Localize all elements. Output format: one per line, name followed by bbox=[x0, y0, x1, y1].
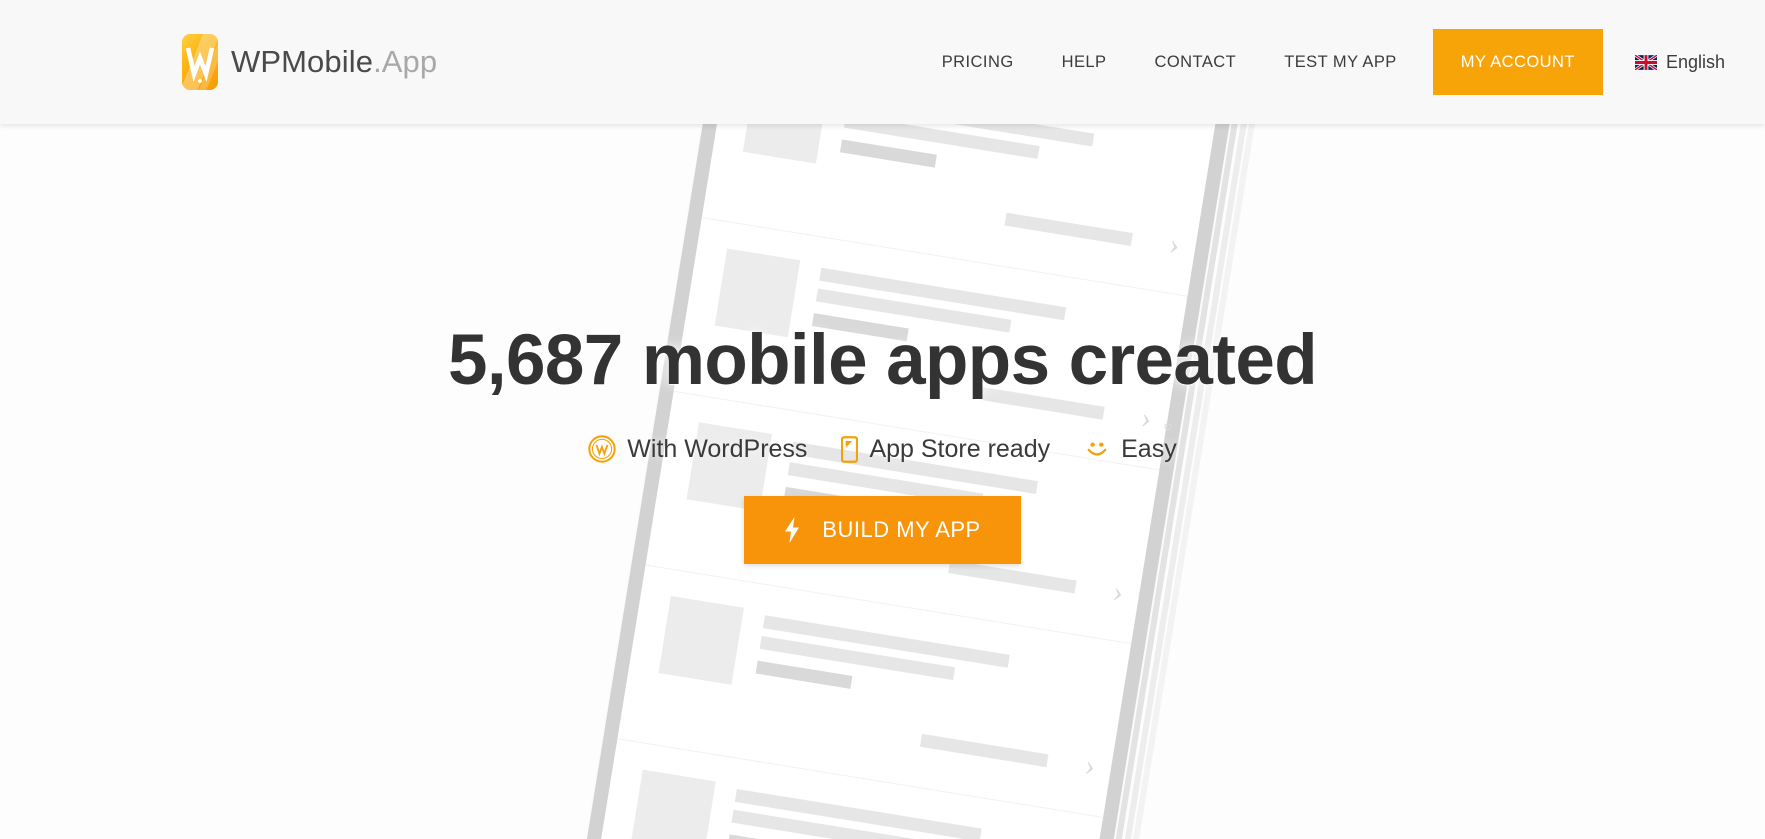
brand-logo-link[interactable]: WPMobile.App bbox=[182, 34, 437, 90]
page-title: 5,687 mobile apps created bbox=[448, 321, 1318, 400]
hero-section: › › › › 5,687 mobile apps created With W… bbox=[0, 124, 1765, 839]
hero-feature-list: With WordPress App Store ready Easy bbox=[0, 435, 1765, 464]
feature-app-store-ready: App Store ready bbox=[824, 435, 1067, 464]
feature-easy: Easy bbox=[1067, 435, 1194, 464]
nav-help[interactable]: HELP bbox=[1038, 53, 1131, 72]
chevron-right-icon: › bbox=[1082, 748, 1098, 783]
feature-with-wordpress: With WordPress bbox=[571, 435, 824, 464]
brand-name-bold: WPMobile bbox=[231, 44, 374, 79]
lightning-bolt-icon bbox=[785, 516, 800, 543]
mobile-phone-icon bbox=[841, 435, 859, 463]
chevron-right-icon: › bbox=[1110, 574, 1126, 610]
my-account-button[interactable]: MY ACCOUNT bbox=[1432, 29, 1603, 95]
feature-label: Easy bbox=[1121, 434, 1177, 463]
brand-name-light: .App bbox=[373, 44, 438, 79]
smiley-face-icon bbox=[1084, 436, 1110, 462]
uk-flag-icon bbox=[1634, 54, 1657, 70]
nav-pricing[interactable]: PRICING bbox=[918, 53, 1038, 72]
main-navigation: PRICING HELP CONTACT TEST MY APP MY ACCO… bbox=[918, 0, 1765, 124]
wpmobile-phone-logo-icon bbox=[182, 34, 218, 90]
language-label: English bbox=[1665, 51, 1725, 72]
wordpress-icon bbox=[588, 435, 616, 463]
build-my-app-label: BUILD MY APP bbox=[822, 516, 981, 542]
nav-test-my-app[interactable]: TEST MY APP bbox=[1260, 53, 1421, 72]
feature-label: App Store ready bbox=[869, 434, 1051, 463]
brand-wordmark: WPMobile.App bbox=[231, 44, 437, 80]
hero-content: 5,687 mobile apps created With WordPress bbox=[0, 124, 1765, 564]
site-header: WPMobile.App PRICING HELP CONTACT TEST M… bbox=[0, 0, 1765, 124]
language-switcher[interactable]: English bbox=[1634, 51, 1725, 73]
build-my-app-button[interactable]: BUILD MY APP bbox=[744, 495, 1021, 564]
nav-contact[interactable]: CONTACT bbox=[1131, 53, 1261, 72]
feature-label: With WordPress bbox=[627, 434, 808, 463]
